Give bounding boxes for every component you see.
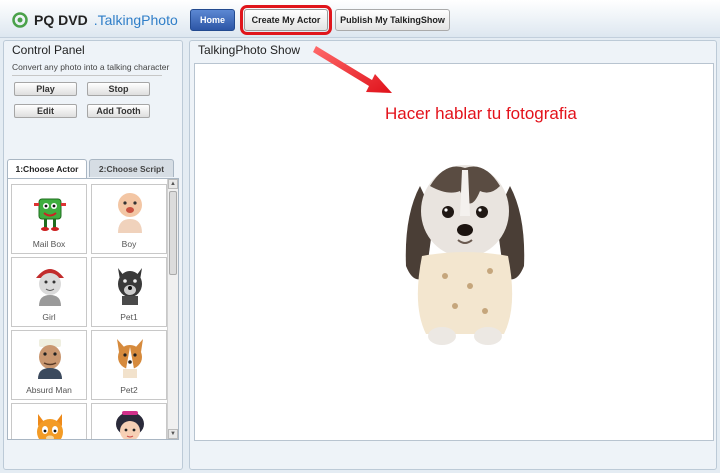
actor-list-scrollbar[interactable]: ▲ ▼ <box>167 179 178 439</box>
control-panel-title: Control Panel <box>12 43 85 57</box>
actor-cat[interactable] <box>11 403 87 439</box>
scroll-thumb[interactable] <box>169 191 177 275</box>
stop-button[interactable]: Stop <box>87 82 150 96</box>
create-my-actor-button[interactable]: Create My Actor <box>240 5 332 35</box>
brand-name: PQ DVD <box>34 12 88 28</box>
app-header: PQ DVD .TalkingPhoto Home Create My Acto… <box>0 0 720 38</box>
app-logo[interactable]: PQ DVD .TalkingPhoto <box>12 10 178 30</box>
actor-label: Pet1 <box>120 312 138 322</box>
logo-icon <box>12 12 28 28</box>
home-button[interactable]: Home <box>190 9 235 31</box>
actor-absurd-man[interactable]: Absurd Man <box>11 330 87 400</box>
actor-grid: Mail Box Boy Girl Pet1 Absurd Man Pet2 <box>11 184 167 439</box>
actor-mail-box[interactable]: Mail Box <box>11 184 87 254</box>
scroll-up-arrow-icon[interactable]: ▲ <box>168 179 178 189</box>
talkingphoto-show-panel: TalkingPhoto Show Hacer hablar tu fotogr… <box>189 40 717 470</box>
add-tooth-button[interactable]: Add Tooth <box>87 104 150 118</box>
actor-list: Mail Box Boy Girl Pet1 Absurd Man Pet2 ▲… <box>7 178 179 440</box>
actor-cartoon-girl[interactable] <box>91 403 167 439</box>
baby-boy-icon <box>118 193 142 233</box>
actor-label: Absurd Man <box>26 385 72 395</box>
edit-button[interactable]: Edit <box>14 104 77 118</box>
brand-product: .TalkingPhoto <box>93 12 178 28</box>
tab-choose-actor[interactable]: 1:Choose Actor <box>7 159 87 178</box>
show-panel-title: TalkingPhoto Show <box>198 43 301 57</box>
control-panel-description: Convert any photo into a talking charact… <box>12 62 170 72</box>
actor-label: Boy <box>121 239 137 249</box>
dark-dog-icon <box>118 268 142 305</box>
divider <box>12 75 162 76</box>
actor-boy[interactable]: Boy <box>91 184 167 254</box>
actor-pet1[interactable]: Pet1 <box>91 257 167 327</box>
girl-red-hat-icon <box>36 269 64 306</box>
photo-stage[interactable]: Hacer hablar tu fotografia <box>194 63 714 441</box>
scroll-down-arrow-icon[interactable]: ▼ <box>168 429 178 439</box>
actor-label: Mail Box <box>32 239 66 249</box>
tab-choose-script[interactable]: 2:Choose Script <box>89 159 174 177</box>
actor-pet2[interactable]: Pet2 <box>91 330 167 400</box>
annotation-caption: Hacer hablar tu fotografia <box>385 104 577 123</box>
actor-girl[interactable]: Girl <box>11 257 87 327</box>
absurd-man-icon <box>38 339 62 379</box>
mailbox-character-icon <box>34 198 66 231</box>
actor-label: Pet2 <box>120 385 138 395</box>
cartoon-girl-icon <box>116 411 144 439</box>
play-button[interactable]: Play <box>14 82 77 96</box>
actor-label: Girl <box>42 312 56 322</box>
orange-cat-icon <box>37 414 63 439</box>
publish-talkingshow-button[interactable]: Publish My TalkingShow <box>335 9 450 31</box>
corgi-dog-icon <box>117 339 143 378</box>
control-panel: Control Panel Convert any photo into a t… <box>3 40 183 470</box>
dog-photo <box>405 165 525 345</box>
